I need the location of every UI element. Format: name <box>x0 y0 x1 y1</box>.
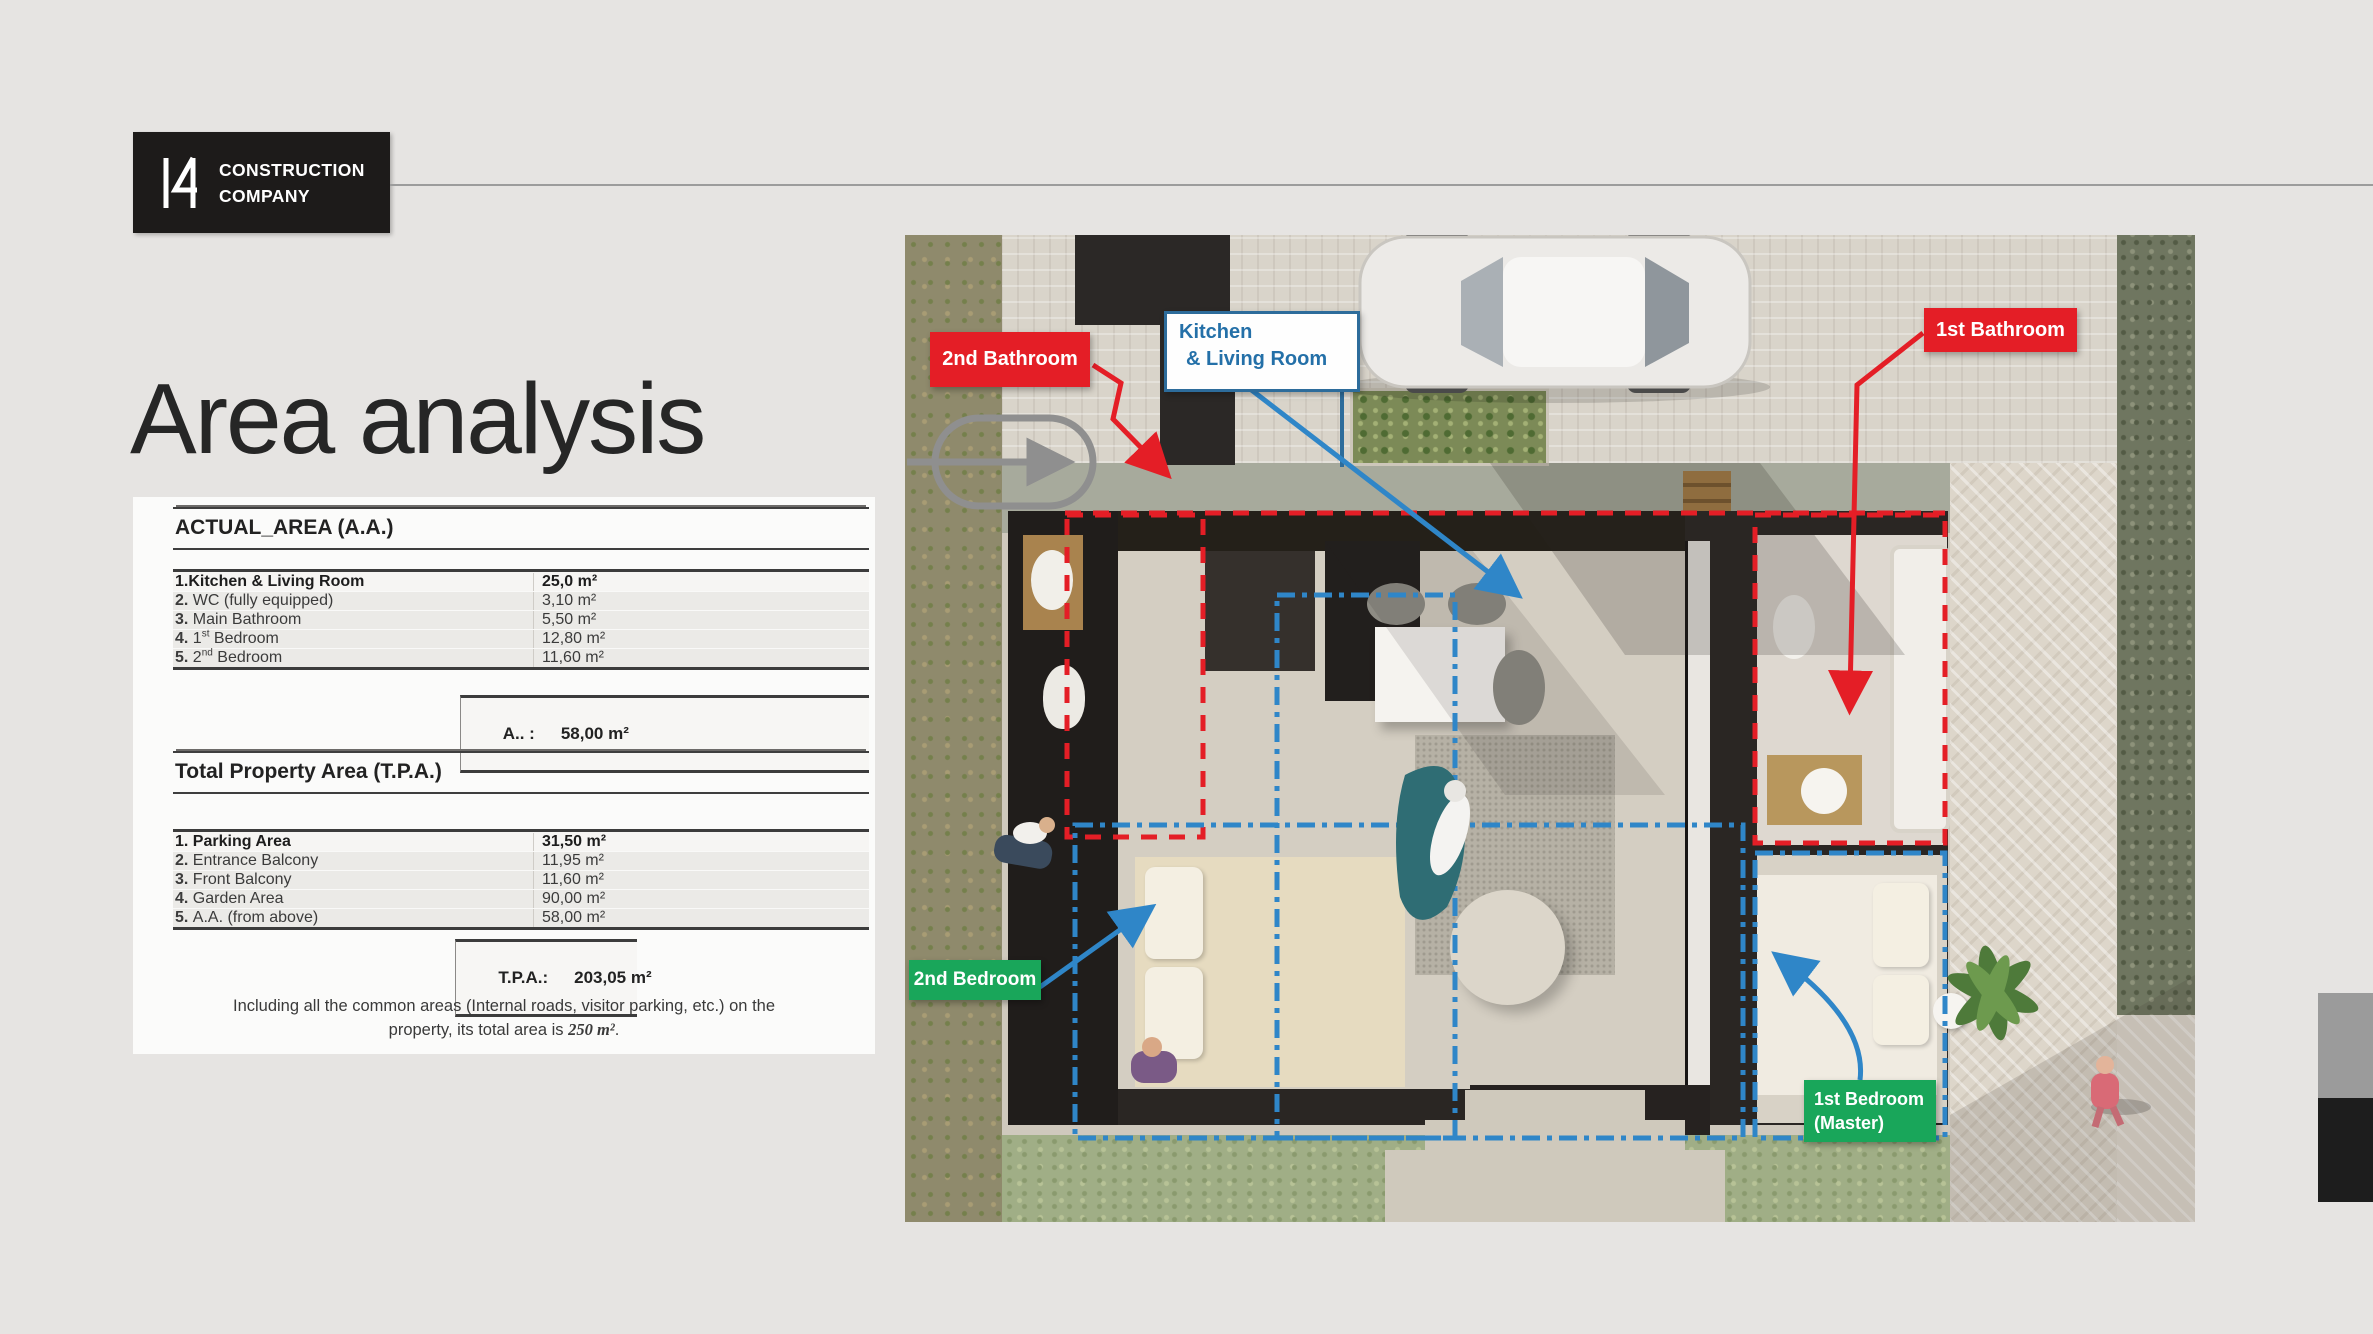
area-analysis-panel: ACTUAL_AREA (A.A.) 1.Kitchen & Living Ro… <box>133 497 875 1054</box>
row-value: 12,80 m² <box>533 630 605 648</box>
row-value: 90,00 m² <box>533 890 605 908</box>
company-monogram-icon <box>159 154 201 212</box>
bedroom2-arrow <box>1040 917 1138 987</box>
total-property-area-heading: Total Property Area (T.P.A.) <box>173 751 869 794</box>
floorplan-image: 2nd Bathroom Kitchen & Living Room 1st B… <box>905 235 2195 1222</box>
table-row: 4. Garden Area 90,00 m² <box>173 889 869 908</box>
shadow <box>1490 463 1905 655</box>
label-kitchen-living-room: Kitchen & Living Room <box>1164 311 1360 392</box>
entrance-arrow-icon <box>907 418 1093 506</box>
label-1st-bathroom: 1st Bathroom <box>1924 308 2077 352</box>
table-row: 5. A.A. (from above) 58,00 m² <box>173 908 869 927</box>
row-value: 5,50 m² <box>533 611 596 629</box>
row-value: 25,0 m² <box>533 573 597 591</box>
label-2nd-bathroom: 2nd Bathroom <box>930 332 1090 387</box>
person-living-room <box>1396 766 1478 920</box>
row-value: 11,60 m² <box>533 871 604 889</box>
actual-area-table: 1.Kitchen & Living Room 25,0 m² 2. WC (f… <box>173 569 869 670</box>
table-row: 1.Kitchen & Living Room 25,0 m² <box>173 572 869 591</box>
label-1st-bedroom-master: 1st Bedroom (Master) <box>1804 1080 1936 1142</box>
label-2nd-bedroom: 2nd Bedroom <box>909 960 1041 1000</box>
slide-accent-black <box>2318 1098 2373 1202</box>
slide-accent-gray <box>2318 993 2373 1098</box>
table-row: 2. WC (fully equipped) 3,10 m² <box>173 591 869 610</box>
bathroom2-arrow <box>1093 365 1156 463</box>
company-logo: CONSTRUCTION COMPANY <box>133 132 390 233</box>
table-row: 4. 1st Bedroom 12,80 m² <box>173 629 869 648</box>
floorplan-annotation-overlay <box>905 235 2195 1222</box>
page-title: Area analysis <box>130 362 704 477</box>
footnote: Including all the common areas (Internal… <box>204 995 804 1042</box>
table-row: 3. Front Balcony 11,60 m² <box>173 870 869 889</box>
bedroom1-arrow <box>1789 965 1861 1080</box>
table-row: 3. Main Bathroom 5,50 m² <box>173 610 869 629</box>
car <box>1340 235 1770 403</box>
actual-area-heading: ACTUAL_AREA (A.A.) <box>173 507 869 550</box>
table-row: 1. Parking Area 31,50 m² <box>173 832 869 851</box>
company-logo-text: CONSTRUCTION COMPANY <box>219 157 365 209</box>
row-value: 31,50 m² <box>533 833 606 851</box>
table-row: 5. 2nd Bedroom 11,60 m² <box>173 648 869 667</box>
row-value: 3,10 m² <box>533 592 596 610</box>
palm-plant <box>1944 944 2042 1043</box>
header-divider-line <box>390 184 2373 186</box>
table-row: 2. Entrance Balcony 11,95 m² <box>173 851 869 870</box>
person-on-bed <box>992 817 1055 871</box>
person-entrance <box>1131 1037 1177 1083</box>
row-value: 58,00 m² <box>533 909 605 927</box>
logo-line1: CONSTRUCTION <box>219 157 365 183</box>
row-value: 11,95 m² <box>533 852 604 870</box>
row-value: 11,60 m² <box>533 649 604 667</box>
slide: CONSTRUCTION COMPANY Area analysis ACTUA… <box>0 0 2373 1334</box>
total-property-area-table: 1. Parking Area 31,50 m² 2. Entrance Bal… <box>173 829 869 930</box>
logo-line2: COMPANY <box>219 183 365 209</box>
